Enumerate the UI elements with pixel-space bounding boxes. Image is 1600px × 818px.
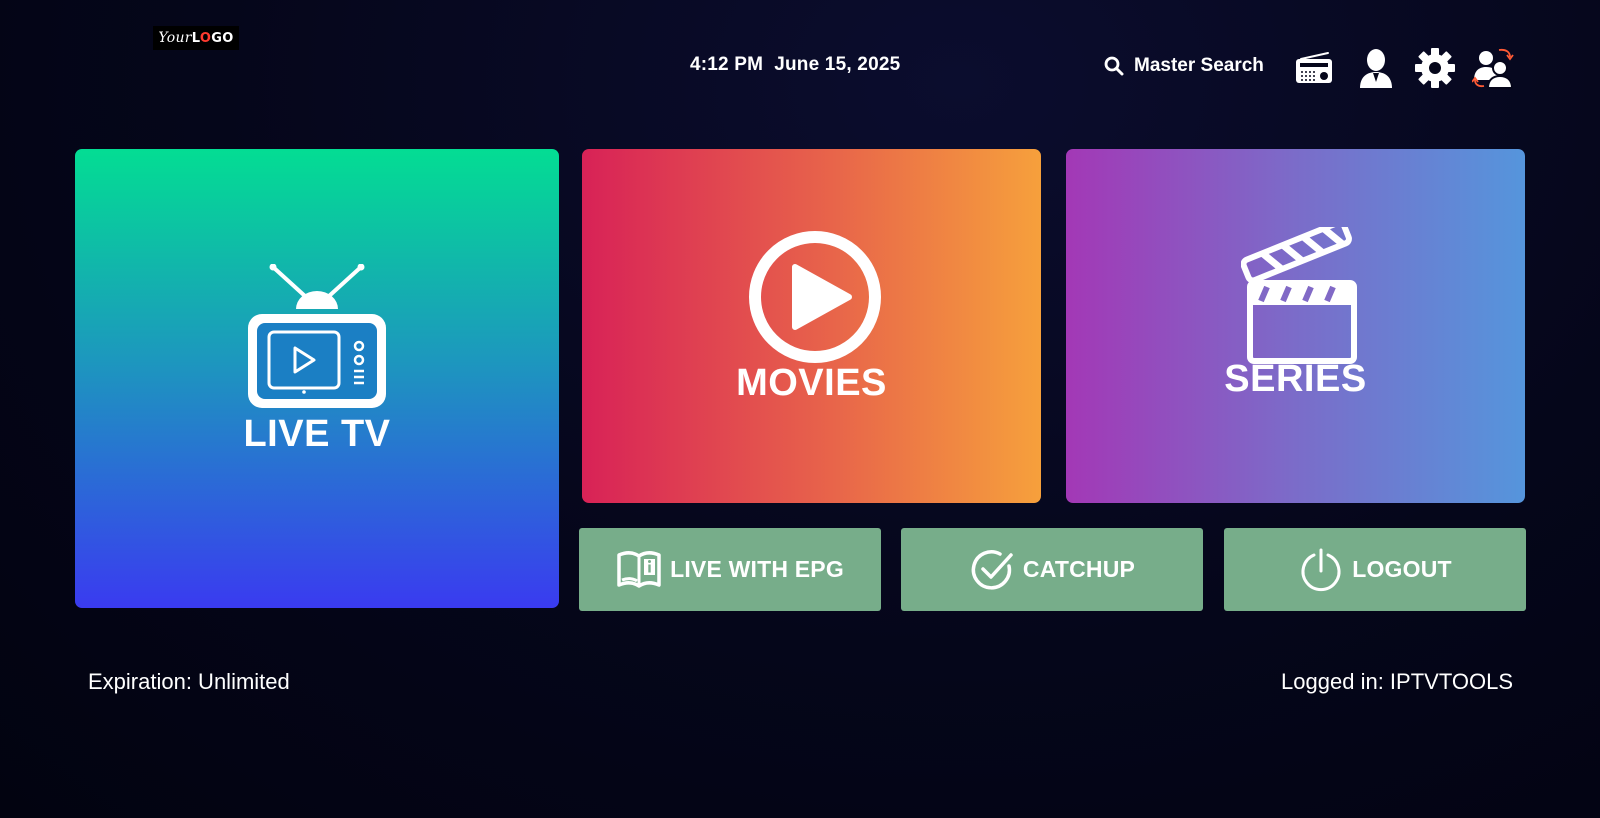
live-with-epg-label: LIVE WITH EPG xyxy=(670,556,844,582)
switch-user-button[interactable] xyxy=(1471,46,1516,90)
master-search-label: Master Search xyxy=(1134,55,1264,76)
expiration-status: Expiration: Unlimited xyxy=(88,669,290,694)
series-tile[interactable]: SERIES xyxy=(1066,149,1525,503)
logo-letter-o: O xyxy=(199,30,212,46)
logout-button[interactable]: LOGOUT xyxy=(1224,528,1526,611)
book-info-icon xyxy=(617,550,661,588)
live-tv-label: LIVE TV xyxy=(243,413,391,455)
catchup-button[interactable]: CATCHUP xyxy=(901,528,1203,611)
power-icon xyxy=(1301,548,1341,591)
radio-icon xyxy=(1296,52,1332,83)
live-with-epg-button[interactable]: LIVE WITH EPG xyxy=(579,528,881,611)
master-search-button[interactable]: Master Search xyxy=(1104,52,1264,80)
logout-label: LOGOUT xyxy=(1352,556,1452,582)
logo-letters-go: GO xyxy=(211,30,234,46)
clock-time: 4:12 PM xyxy=(690,54,764,75)
series-label: SERIES xyxy=(1224,358,1367,400)
logo-letter-l: L xyxy=(191,30,200,46)
tv-icon xyxy=(248,264,386,408)
logged-in-user: Logged in: IPTVTOOLS xyxy=(1281,669,1513,694)
account-button[interactable] xyxy=(1354,46,1398,90)
gear-icon xyxy=(1415,48,1455,88)
clock: 4:12 PM June 15, 2025 xyxy=(690,54,950,76)
clapperboard-icon xyxy=(1241,227,1357,364)
play-icon xyxy=(749,231,881,363)
search-icon xyxy=(1104,56,1124,76)
movies-label: MOVIES xyxy=(736,362,887,404)
logo-text-logo: LOGO xyxy=(192,31,234,46)
settings-button[interactable] xyxy=(1413,46,1457,90)
clock-date: June 15, 2025 xyxy=(774,54,901,75)
app-logo: Your LOGO xyxy=(153,26,239,50)
home-screen: Your LOGO 4:12 PM June 15, 2025 Master Se… xyxy=(0,0,1600,818)
radio-button[interactable] xyxy=(1292,46,1336,90)
check-circle-icon xyxy=(971,549,1013,590)
user-icon xyxy=(1360,49,1392,88)
live-tv-tile[interactable]: LIVE TV xyxy=(75,149,559,608)
catchup-label: CATCHUP xyxy=(1022,556,1136,582)
movies-tile[interactable]: MOVIES xyxy=(582,149,1041,503)
switch-users-icon xyxy=(1471,48,1514,89)
logo-text-your: Your xyxy=(158,30,192,46)
